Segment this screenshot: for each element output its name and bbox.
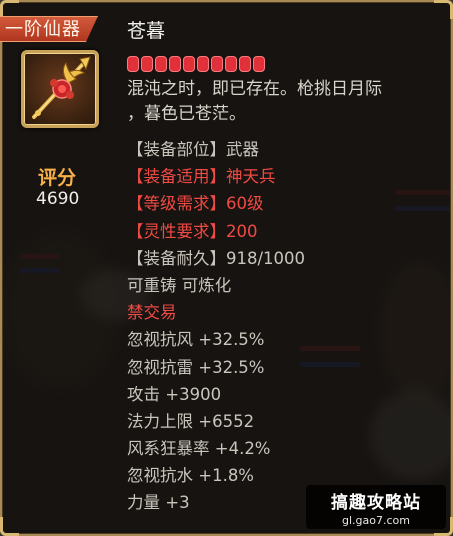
description-line: ，暮色已苍茫。: [127, 104, 246, 124]
attribute-line: 【灵性要求】200: [127, 221, 258, 241]
star-pip: [155, 56, 167, 72]
description-line: 混沌之时，即已存在。枪挑日月际: [127, 79, 382, 99]
star-pip: [211, 56, 223, 72]
star-pip: [141, 56, 153, 72]
attribute-line: 禁交易: [127, 303, 177, 323]
attribute-line: 忽视抗风 +32.5%: [127, 330, 265, 350]
item-star-rating: [127, 56, 265, 72]
attribute-line: 【装备适用】神天兵: [127, 167, 276, 187]
item-grade-tag: 一阶仙器: [0, 16, 98, 42]
star-pip: [169, 56, 181, 72]
star-pip: [197, 56, 209, 72]
attribute-line: 攻击 +3900: [127, 384, 222, 404]
attribute-line: 力量 +3: [127, 493, 190, 513]
frame-corner-ornament: [0, 517, 19, 536]
attribute-line: 风系狂暴率 +4.2%: [127, 439, 271, 459]
attribute-line: 忽视抗雷 +32.5%: [127, 357, 265, 377]
score-label: 评分: [38, 167, 77, 189]
item-description: 混沌之时，即已存在。枪挑日月际 ，暮色已苍茫。: [127, 77, 447, 127]
star-pip: [239, 56, 251, 72]
attribute-line: 忽视抗水 +1.8%: [127, 466, 254, 486]
site-watermark: 搞趣攻略站 gl.gao7.com: [306, 485, 446, 529]
golden-spear-icon: [32, 56, 91, 119]
watermark-url: gl.gao7.com: [342, 514, 410, 527]
item-attribute-list: 【装备部位】武器 【装备适用】神天兵 【等级需求】60级 【灵性要求】200 【装备耐久…: [127, 136, 305, 517]
watermark-title: 搞趣攻略站: [331, 493, 421, 513]
star-pip: [127, 56, 139, 72]
item-icon-frame[interactable]: [21, 50, 99, 128]
star-pip: [225, 56, 237, 72]
frame-corner-ornament: [434, 0, 453, 19]
star-pip: [183, 56, 195, 72]
attribute-line: 法力上限 +6552: [127, 411, 255, 431]
attribute-line: 【装备部位】武器: [127, 140, 259, 159]
attribute-line: 【等级需求】60级: [127, 194, 264, 214]
item-name: 苍暮: [127, 20, 166, 42]
attribute-line: 可重铸 可炼化: [127, 275, 232, 295]
score-value: 4690: [36, 189, 80, 209]
attribute-line: 【装备耐久】918/1000: [127, 248, 306, 268]
star-pip: [253, 56, 265, 72]
